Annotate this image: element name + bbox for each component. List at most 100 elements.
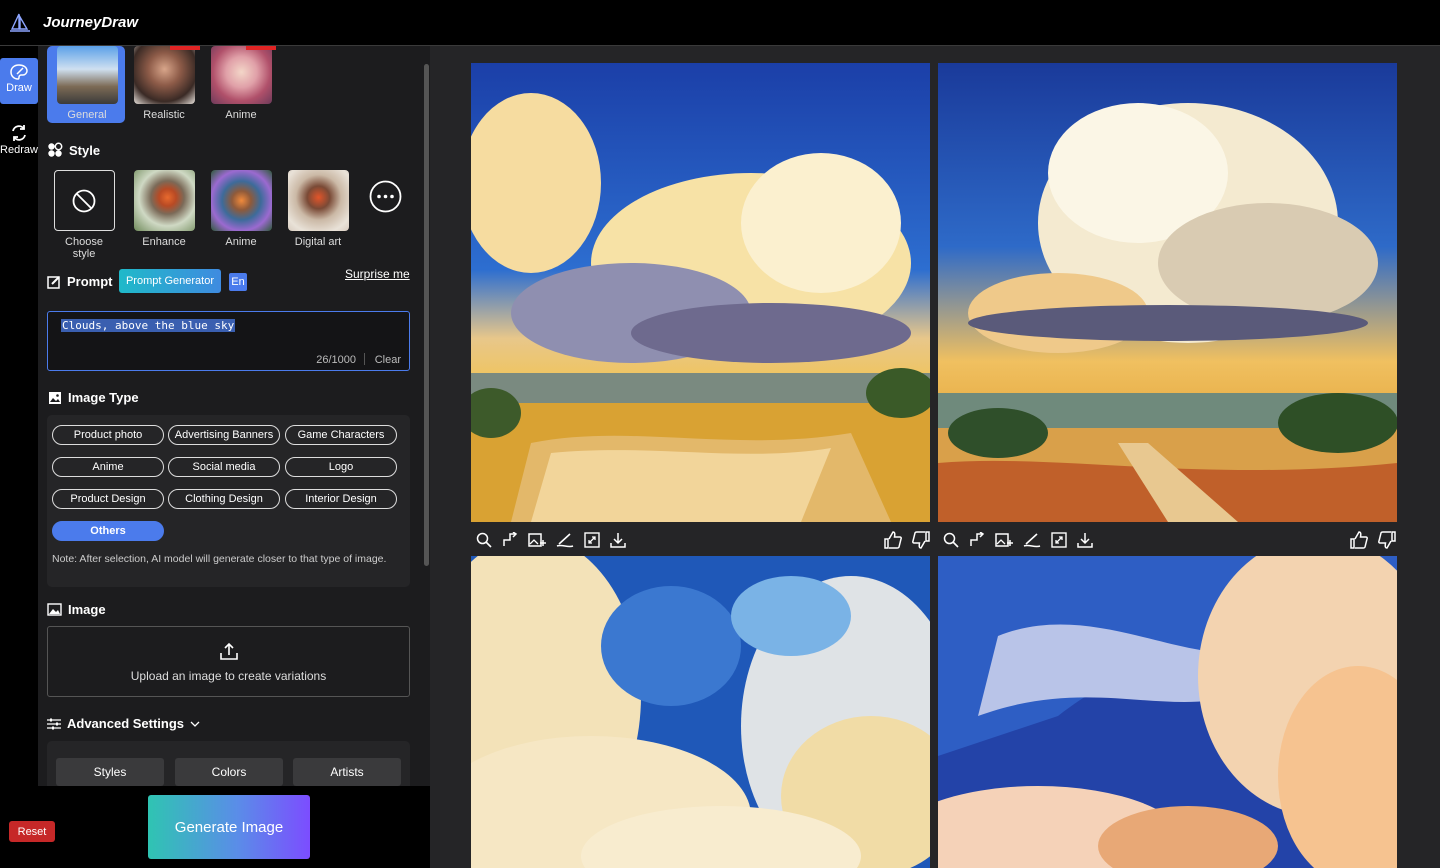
zoom-icon[interactable]: [943, 532, 959, 548]
generated-image-3[interactable]: [471, 556, 930, 868]
image-title-label: Image: [68, 602, 106, 617]
cloud-painting-4: [938, 556, 1397, 868]
image-2-toolbar: [943, 528, 1103, 552]
zoom-icon[interactable]: [476, 532, 492, 548]
draw-nav-button[interactable]: Draw: [0, 58, 38, 104]
image-type-note: Note: After selection, AI model will gen…: [52, 553, 387, 565]
thumbs-up-icon[interactable]: [884, 531, 902, 549]
image-type-chip[interactable]: Product Design: [52, 489, 164, 509]
app-title: JourneyDraw: [43, 14, 139, 31]
generated-image-2[interactable]: [938, 63, 1397, 522]
chevron-down-icon: [190, 721, 200, 727]
image-type-chip[interactable]: Logo: [285, 457, 397, 477]
style-anime-label: Anime: [225, 236, 257, 248]
model-realistic-label: Realistic: [143, 109, 185, 121]
image-type-section-title: Image Type: [48, 390, 139, 405]
download-icon[interactable]: [1077, 532, 1093, 548]
panel-scrollbar[interactable]: [424, 64, 429, 566]
image-2-feedback: [1350, 528, 1406, 552]
image-type-chip-selected[interactable]: Others: [52, 521, 164, 541]
thumbs-up-icon[interactable]: [1350, 531, 1368, 549]
style-anime[interactable]: Anime: [210, 170, 272, 248]
model-general-label: General: [67, 109, 107, 121]
style-digital-art-label: Digital art: [294, 236, 342, 248]
advanced-styles-button[interactable]: Styles: [56, 758, 164, 786]
brush-icon[interactable]: [556, 532, 574, 548]
model-general-image: [56, 46, 118, 104]
image-type-title-label: Image Type: [68, 390, 139, 405]
prompt-char-counter: 26/1000: [316, 354, 356, 366]
cloud-painting-3: [471, 556, 930, 868]
advanced-settings-label: Advanced Settings: [67, 716, 185, 731]
draw-nav-label: Draw: [6, 82, 32, 94]
variation-icon[interactable]: [969, 532, 985, 548]
palette-icon: [10, 64, 28, 80]
style-enhance[interactable]: Enhance: [133, 170, 195, 248]
style-anime-image: [210, 170, 272, 231]
image-upload-dropzone[interactable]: Upload an image to create variations: [47, 626, 410, 697]
image-type-chip[interactable]: Game Characters: [285, 425, 397, 445]
language-toggle-button[interactable]: En: [229, 273, 247, 291]
brush-icon[interactable]: [1023, 532, 1041, 548]
new-badge: [170, 46, 200, 50]
generated-image-1[interactable]: [471, 63, 930, 522]
landscape-painting-1: [471, 63, 930, 522]
model-realistic-image: [133, 46, 195, 104]
generate-image-button[interactable]: Generate Image: [148, 795, 310, 859]
surprise-me-link[interactable]: Surprise me: [345, 267, 410, 281]
prompt-textarea[interactable]: Clouds, above the blue sky 26/1000 Clear: [47, 311, 410, 371]
redraw-nav-button[interactable]: Redraw: [0, 118, 38, 164]
upload-icon: [220, 642, 238, 660]
style-choose-label: Choose style: [65, 236, 103, 260]
prompt-clear-button[interactable]: Clear: [375, 354, 401, 366]
model-realistic[interactable]: Realistic: [133, 46, 195, 121]
top-bar: JourneyDraw: [0, 0, 1440, 46]
model-anime-label: Anime: [225, 109, 257, 121]
refresh-icon: [12, 125, 26, 141]
image-type-chip[interactable]: Product photo: [52, 425, 164, 445]
image-type-chip[interactable]: Interior Design: [285, 489, 397, 509]
expand-icon[interactable]: [1051, 532, 1067, 548]
thumbs-down-icon[interactable]: [912, 531, 930, 549]
edit-icon: [47, 275, 60, 289]
reset-button[interactable]: Reset: [9, 821, 55, 842]
no-style-icon: [72, 189, 96, 212]
image-section-title: Image: [47, 602, 106, 617]
style-enhance-image: [133, 170, 195, 231]
image-type-chip[interactable]: Clothing Design: [168, 489, 280, 509]
prompt-section-title: Prompt: [47, 274, 113, 289]
expand-icon[interactable]: [584, 532, 600, 548]
image-type-chip[interactable]: Social media: [168, 457, 280, 477]
image-type-chip[interactable]: Anime: [52, 457, 164, 477]
redraw-nav-label: Redraw: [0, 144, 38, 156]
generated-image-4[interactable]: [938, 556, 1397, 868]
thumbs-down-icon[interactable]: [1378, 531, 1396, 549]
divider: [364, 353, 365, 365]
picture-icon: [47, 603, 62, 616]
image-1-feedback: [884, 528, 940, 552]
model-anime-image: [210, 46, 272, 104]
add-image-icon[interactable]: [995, 532, 1013, 548]
more-styles-icon[interactable]: [369, 180, 402, 213]
add-image-icon[interactable]: [528, 532, 546, 548]
model-anime[interactable]: Anime: [210, 46, 272, 121]
upload-label: Upload an image to create variations: [130, 669, 327, 683]
shapes-icon: [48, 142, 63, 157]
style-digital-art[interactable]: Digital art: [287, 170, 349, 248]
style-digital-art-image: [287, 170, 349, 231]
download-icon[interactable]: [610, 532, 626, 548]
advanced-artists-button[interactable]: Artists: [293, 758, 401, 786]
sailboat-logo-icon: [10, 13, 30, 32]
style-choose[interactable]: Choose style: [53, 170, 115, 260]
sliders-icon: [47, 718, 61, 729]
prompt-value: Clouds, above the blue sky: [61, 319, 236, 332]
image-type-chip[interactable]: Advertising Banners: [168, 425, 280, 445]
left-rail: Draw Redraw: [0, 46, 38, 868]
advanced-settings-toggle[interactable]: Advanced Settings: [47, 716, 200, 731]
advanced-colors-button[interactable]: Colors: [175, 758, 283, 786]
model-general[interactable]: General: [56, 46, 118, 121]
variation-icon[interactable]: [502, 532, 518, 548]
prompt-generator-button[interactable]: Prompt Generator: [119, 269, 221, 293]
style-section-title: Style: [47, 142, 100, 158]
new-badge: [246, 46, 276, 50]
